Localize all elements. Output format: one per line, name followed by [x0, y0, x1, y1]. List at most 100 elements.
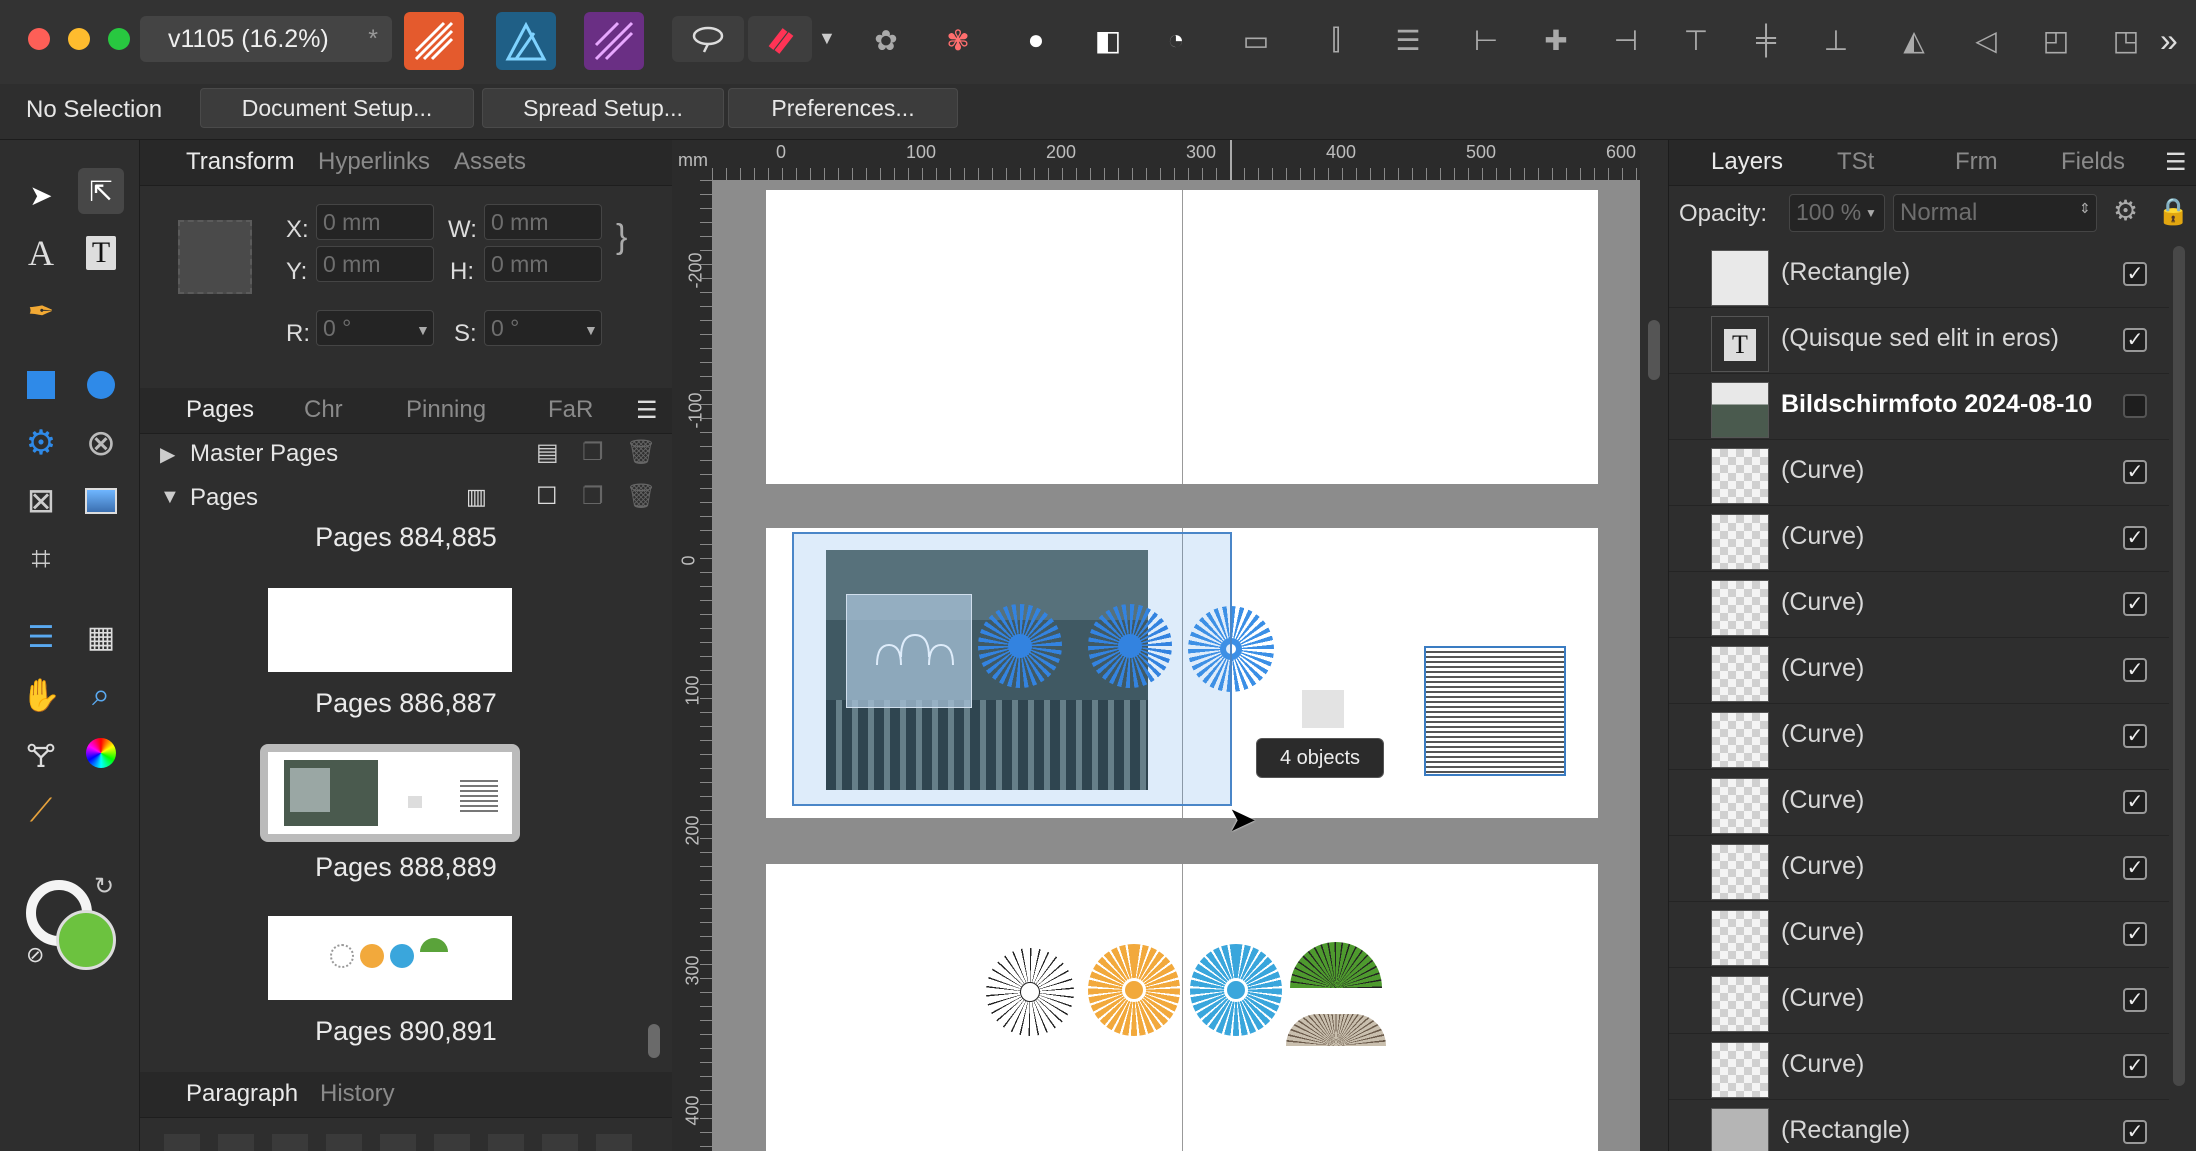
layer-settings-gear-icon[interactable]: ⚙ — [2113, 194, 2138, 227]
artistic-text-tool-icon[interactable]: A — [18, 230, 64, 276]
document-setup-button[interactable]: Document Setup... — [200, 88, 474, 128]
no-color-icon[interactable]: ⊘ — [26, 942, 44, 968]
layer-row[interactable]: T (Quisque sed elit in eros) ✓ — [1669, 308, 2169, 374]
layer-visibility-checkbox[interactable]: ✓ — [2123, 526, 2147, 550]
lock-layer-icon[interactable]: 🔒 — [2157, 196, 2189, 227]
layer-row[interactable]: (Rectangle) ✓ — [1669, 242, 2169, 308]
move-tool-icon[interactable]: ➤ — [18, 172, 64, 218]
small-rectangle[interactable] — [1302, 690, 1344, 728]
anchor-selector[interactable] — [178, 220, 252, 294]
layer-visibility-checkbox[interactable]: ✓ — [2123, 592, 2147, 616]
photo-persona-icon[interactable] — [584, 12, 644, 70]
tab-pinning[interactable]: Pinning — [406, 396, 486, 424]
tab-hyperlinks[interactable]: Hyperlinks — [318, 148, 430, 176]
document-canvas[interactable]: mm 0 100 200 300 400 500 600 -200 -100 0… — [672, 140, 1640, 1151]
align-left-icon[interactable]: ▭ — [1236, 20, 1276, 60]
snapping-dropdown-icon[interactable]: ▼ — [818, 28, 836, 49]
tab-paragraph[interactable]: Paragraph — [186, 1080, 298, 1108]
arrange-front-icon[interactable]: ◧ — [1088, 20, 1128, 60]
add-page-icon[interactable]: ☐ — [536, 482, 558, 511]
document-tab-close[interactable]: * — [368, 25, 378, 54]
shear-dropdown-icon[interactable]: ▼ — [584, 322, 598, 338]
layer-row[interactable]: (Curve) ✓ — [1669, 506, 2169, 572]
distribute-middle-icon[interactable]: ╪ — [1746, 20, 1786, 60]
crossed-circle-tool-icon[interactable]: ⊗ — [78, 420, 124, 466]
delete-master-icon[interactable]: 🗑 — [626, 438, 656, 467]
tab-assets[interactable]: Assets — [454, 148, 526, 176]
preferences-button[interactable]: Preferences... — [728, 88, 958, 128]
swap-colors-icon[interactable]: ↻ — [94, 872, 114, 901]
page-thumbnail[interactable] — [268, 588, 512, 672]
black-sunburst-shape[interactable] — [986, 948, 1074, 1036]
frame-text-tool-icon[interactable]: T — [78, 230, 124, 276]
layers-panel-menu-icon[interactable]: ☰ — [2165, 148, 2187, 177]
flower-shape-icon[interactable]: ✾ — [938, 20, 978, 60]
master-pages-label[interactable]: Master Pages — [190, 440, 338, 468]
align-bottom-icon[interactable]: ⊣ — [1606, 20, 1646, 60]
layer-visibility-checkbox[interactable]: ✓ — [2123, 460, 2147, 484]
spread-setup-button[interactable]: Spread Setup... — [482, 88, 724, 128]
place-image-tool-icon[interactable] — [78, 478, 124, 524]
snapping-magnet-icon[interactable] — [748, 16, 812, 62]
y-field[interactable]: 0 mm — [316, 246, 434, 282]
eyedropper-tool-icon[interactable]: ⟋ — [18, 788, 64, 834]
node-tool-icon[interactable]: ⇱ — [78, 168, 124, 214]
layer-row[interactable]: (Curve) ✓ — [1669, 572, 2169, 638]
boolean-add-icon[interactable]: ✿ — [866, 20, 906, 60]
tab-fields[interactable]: Fields — [2061, 148, 2125, 176]
tab-pages[interactable]: Pages — [186, 396, 254, 424]
page-thumbnail[interactable] — [268, 916, 512, 1000]
spread-page[interactable] — [766, 864, 1598, 1151]
tab-chr[interactable]: Chr — [304, 396, 343, 424]
publisher-persona-icon[interactable] — [404, 12, 464, 70]
layer-row[interactable]: (Curve) ✓ — [1669, 902, 2169, 968]
preview-mode-icon[interactable] — [672, 16, 744, 62]
cog-shape-tool-icon[interactable]: ⚙ — [18, 420, 64, 466]
layers-scrollbar[interactable] — [2173, 246, 2185, 1086]
designer-persona-icon[interactable] — [496, 12, 556, 70]
align-top-icon[interactable]: ⊢ — [1466, 20, 1506, 60]
align-right-icon[interactable]: ☰ — [1388, 20, 1428, 60]
bring-forward-icon[interactable]: ● — [1016, 20, 1056, 60]
rotate-left-icon[interactable]: ◰ — [2036, 20, 2076, 60]
spread-page-selected[interactable] — [766, 528, 1598, 818]
zoom-window-button[interactable] — [108, 28, 130, 50]
orange-sunburst-shape[interactable] — [1088, 944, 1180, 1036]
beige-fan-shape[interactable] — [1286, 1014, 1386, 1046]
fill-color-swatch[interactable] — [56, 910, 116, 970]
blend-mode-stepper-icon[interactable]: ⇕ — [2079, 200, 2091, 217]
panel-menu-icon[interactable]: ☰ — [636, 396, 658, 425]
pen-tool-icon[interactable]: ✒ — [18, 288, 64, 334]
zoom-tool-icon[interactable]: ⌕ — [78, 672, 124, 718]
green-fan-shape[interactable] — [1290, 942, 1382, 988]
layer-visibility-checkbox[interactable]: ✓ — [2123, 328, 2147, 352]
tab-tst[interactable]: TSt — [1837, 148, 1874, 176]
x-field[interactable]: 0 mm — [316, 204, 434, 240]
document-tab[interactable]: v1105 (16.2%) * — [140, 16, 392, 62]
layer-visibility-checkbox[interactable]: ✓ — [2123, 988, 2147, 1012]
layer-row[interactable]: (Curve) ✓ — [1669, 440, 2169, 506]
pie-shape-icon[interactable]: ◔ — [1156, 20, 1196, 60]
layer-visibility-checkbox[interactable]: ✓ — [2123, 658, 2147, 682]
layer-visibility-checkbox[interactable]: ✓ — [2123, 1120, 2147, 1144]
fill-tool-icon[interactable]: 🝖 — [18, 730, 64, 776]
picture-frame-tool-icon[interactable]: ⊠ — [18, 478, 64, 524]
pages-scrollbar[interactable] — [648, 1024, 660, 1058]
layer-row[interactable]: (Curve) ✓ — [1669, 1034, 2169, 1100]
hand-tool-icon[interactable]: ✋ — [18, 672, 64, 718]
tab-layers[interactable]: Layers — [1711, 148, 1783, 176]
layer-visibility-checkbox[interactable]: ✓ — [2123, 790, 2147, 814]
paragraph-alignment-buttons[interactable] — [164, 1134, 648, 1151]
master-page-icon[interactable]: ▤ — [536, 438, 559, 467]
layer-visibility-checkbox[interactable]: ✓ — [2123, 724, 2147, 748]
layer-row[interactable]: Bildschirmfoto 2024-08-10 — [1669, 374, 2169, 440]
layer-row[interactable]: (Curve) ✓ — [1669, 770, 2169, 836]
table-tool-icon[interactable]: ▦ — [78, 614, 124, 660]
tab-far[interactable]: FaR — [548, 396, 593, 424]
ellipse-tool-icon[interactable] — [78, 362, 124, 408]
rotation-dropdown-icon[interactable]: ▼ — [416, 322, 430, 338]
color-picker-wheel-icon[interactable] — [78, 730, 124, 776]
h-field[interactable]: 0 mm — [484, 246, 602, 282]
layer-row[interactable]: (Curve) ✓ — [1669, 968, 2169, 1034]
pages-disclosure-icon[interactable]: ▼ — [160, 486, 180, 509]
